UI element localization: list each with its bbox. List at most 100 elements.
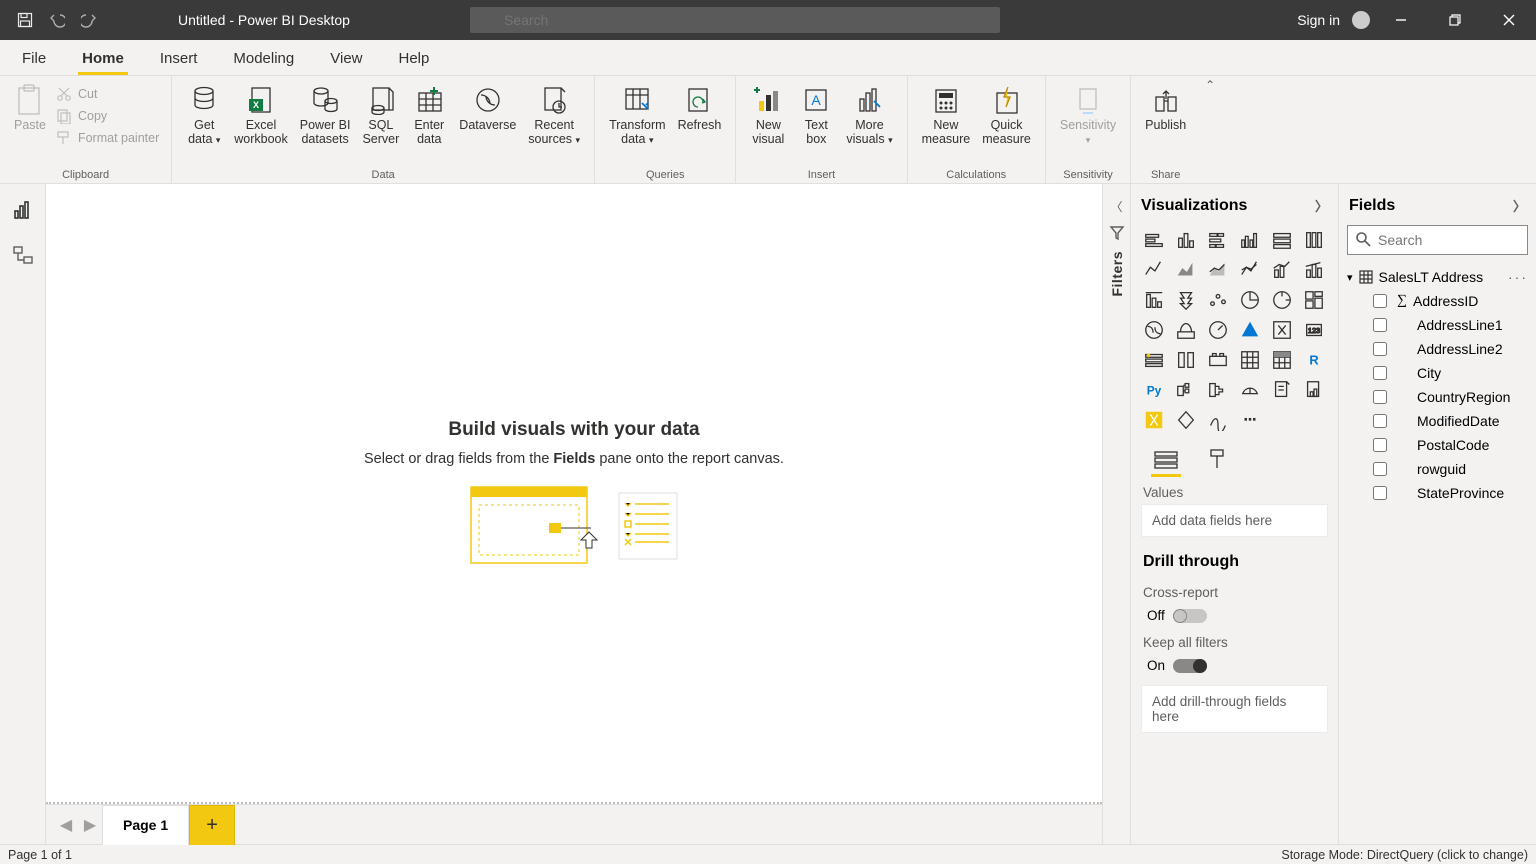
visual-type-3[interactable] [1235, 227, 1265, 253]
visual-type-21[interactable] [1235, 317, 1265, 343]
page-tab[interactable]: Page 1 [102, 805, 189, 845]
cut-button[interactable]: Cut [52, 84, 163, 104]
field-row[interactable]: AddressLine2 [1345, 337, 1530, 361]
field-row[interactable]: ModifiedDate [1345, 409, 1530, 433]
format-painter-button[interactable]: Format painter [52, 128, 163, 148]
table-more-icon[interactable]: ··· [1508, 269, 1528, 285]
powerbi-datasets-button[interactable]: Power BI datasets [294, 80, 357, 147]
sql-server-button[interactable]: SQL Server [356, 80, 405, 147]
visual-type-1[interactable] [1171, 227, 1201, 253]
refresh-button[interactable]: Refresh [672, 80, 728, 132]
menu-help[interactable]: Help [395, 44, 434, 75]
field-row[interactable]: PostalCode [1345, 433, 1530, 457]
publish-button[interactable]: Publish [1139, 80, 1192, 132]
visual-type-2[interactable] [1203, 227, 1233, 253]
visual-type-13[interactable] [1171, 287, 1201, 313]
visual-type-27[interactable] [1235, 347, 1265, 373]
visual-type-8[interactable] [1203, 257, 1233, 283]
collapse-visualizations-icon[interactable]: 〉 [1315, 196, 1328, 215]
visual-type-20[interactable] [1203, 317, 1233, 343]
visual-type-39[interactable]: ··· [1235, 407, 1265, 433]
field-checkbox[interactable] [1373, 390, 1387, 404]
visual-type-35[interactable] [1299, 377, 1329, 403]
visual-type-19[interactable] [1171, 317, 1201, 343]
report-canvas[interactable]: Build visuals with your data Select or d… [46, 184, 1102, 802]
field-checkbox[interactable] [1373, 294, 1387, 308]
avatar-icon[interactable] [1352, 11, 1370, 29]
visual-type-25[interactable] [1171, 347, 1201, 373]
visual-type-5[interactable] [1299, 227, 1329, 253]
field-row[interactable]: AddressLine1 [1345, 313, 1530, 337]
visual-type-29[interactable]: R [1299, 347, 1329, 373]
visual-type-31[interactable] [1171, 377, 1201, 403]
recent-sources-button[interactable]: Recent sources ▾ [522, 80, 586, 147]
field-row[interactable]: ∑AddressID [1345, 289, 1530, 313]
visual-type-18[interactable] [1139, 317, 1169, 343]
fields-well-tab-icon[interactable] [1149, 445, 1183, 473]
visual-type-36[interactable] [1139, 407, 1169, 433]
field-checkbox[interactable] [1373, 486, 1387, 500]
menu-file[interactable]: File [18, 44, 50, 75]
visual-type-24[interactable] [1139, 347, 1169, 373]
values-drop-well[interactable]: Add data fields here [1141, 504, 1328, 537]
visual-type-38[interactable] [1203, 407, 1233, 433]
field-row[interactable]: CountryRegion [1345, 385, 1530, 409]
visual-type-0[interactable] [1139, 227, 1169, 253]
visual-type-9[interactable] [1235, 257, 1265, 283]
quick-measure-button[interactable]: Quick measure [976, 80, 1037, 147]
global-search-input[interactable] [470, 7, 1000, 33]
visual-type-33[interactable] [1235, 377, 1265, 403]
visual-type-4[interactable] [1267, 227, 1297, 253]
visual-type-15[interactable] [1235, 287, 1265, 313]
transform-data-button[interactable]: Transform data ▾ [603, 80, 672, 147]
new-visual-button[interactable]: New visual [744, 80, 792, 147]
copy-button[interactable]: Copy [52, 106, 163, 126]
field-checkbox[interactable] [1373, 414, 1387, 428]
sensitivity-button[interactable]: Sensitivity▾ [1054, 80, 1122, 147]
filters-pane-collapsed[interactable]: 〈 Filters [1102, 184, 1130, 844]
maximize-button[interactable] [1432, 0, 1478, 40]
visual-type-7[interactable] [1171, 257, 1201, 283]
redo-icon[interactable] [80, 11, 98, 29]
menu-home[interactable]: Home [78, 44, 128, 75]
undo-icon[interactable] [48, 11, 66, 29]
visual-type-30[interactable]: Py [1139, 377, 1169, 403]
sign-in-link[interactable]: Sign in [1297, 12, 1340, 28]
keep-filters-toggle[interactable] [1173, 659, 1207, 673]
visual-type-28[interactable] [1267, 347, 1297, 373]
visual-type-23[interactable]: 123 [1299, 317, 1329, 343]
field-checkbox[interactable] [1373, 342, 1387, 356]
more-visuals-button[interactable]: More visuals ▾ [840, 80, 898, 147]
excel-workbook-button[interactable]: XExcel workbook [228, 80, 294, 147]
menu-insert[interactable]: Insert [156, 44, 202, 75]
field-checkbox[interactable] [1373, 462, 1387, 476]
visual-type-6[interactable] [1139, 257, 1169, 283]
field-checkbox[interactable] [1373, 438, 1387, 452]
status-storage-mode[interactable]: Storage Mode: DirectQuery (click to chan… [1281, 848, 1528, 862]
cross-report-toggle[interactable] [1173, 609, 1207, 623]
field-checkbox[interactable] [1373, 366, 1387, 380]
get-data-button[interactable]: Get data ▾ [180, 80, 228, 147]
visual-type-17[interactable] [1299, 287, 1329, 313]
dataverse-button[interactable]: Dataverse [453, 80, 522, 132]
save-icon[interactable] [16, 11, 34, 29]
visual-type-11[interactable] [1299, 257, 1329, 283]
page-prev-icon[interactable]: ◀ [54, 813, 78, 837]
visual-type-37[interactable] [1171, 407, 1201, 433]
field-checkbox[interactable] [1373, 318, 1387, 332]
visual-type-22[interactable] [1267, 317, 1297, 343]
field-row[interactable]: rowguid [1345, 457, 1530, 481]
drill-through-drop-well[interactable]: Add drill-through fields here [1141, 685, 1328, 733]
new-measure-button[interactable]: New measure [916, 80, 977, 147]
enter-data-button[interactable]: Enter data [405, 80, 453, 147]
page-next-icon[interactable]: ▶ [78, 813, 102, 837]
field-row[interactable]: StateProvince [1345, 481, 1530, 505]
visual-type-12[interactable] [1139, 287, 1169, 313]
model-view-icon[interactable] [9, 242, 37, 270]
format-tab-icon[interactable] [1201, 445, 1235, 473]
text-box-button[interactable]: AText box [792, 80, 840, 147]
visual-type-26[interactable] [1203, 347, 1233, 373]
menu-modeling[interactable]: Modeling [229, 44, 298, 75]
add-page-button[interactable]: + [189, 805, 235, 845]
report-view-icon[interactable] [9, 196, 37, 224]
